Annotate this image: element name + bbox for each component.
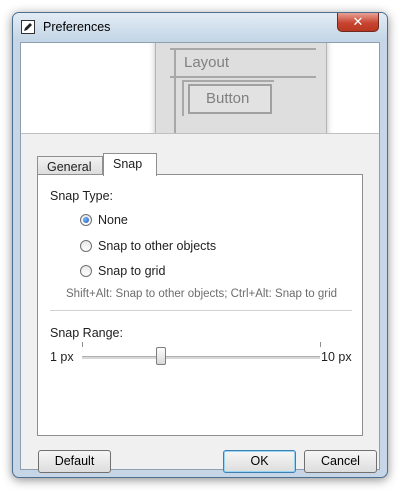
slider-tick: [82, 342, 83, 347]
client-area: Layout Button General Snap Snap Type: No…: [20, 42, 380, 473]
snap-range-slider[interactable]: [82, 356, 320, 359]
radio-label: Snap to grid: [98, 264, 166, 278]
cancel-button[interactable]: Cancel: [304, 450, 377, 473]
window-title: Preferences: [43, 20, 111, 34]
snap-hint: Shift+Alt: Snap to other objects; Ctrl+A…: [66, 288, 338, 300]
radio-button[interactable]: [80, 265, 92, 277]
preview-line: [170, 76, 316, 78]
slider-thumb[interactable]: [156, 347, 167, 365]
close-button[interactable]: ✕: [337, 13, 379, 32]
preview-line: [174, 50, 176, 133]
range-min-label: 1 px: [50, 350, 74, 364]
pencil-icon: [21, 20, 35, 34]
preferences-window: Preferences ✕ Layout Button General Snap…: [12, 12, 388, 478]
preview-layout-label: Layout: [184, 54, 230, 71]
snap-tab-panel: Snap Type: None Snap to other objects Sn…: [37, 174, 363, 436]
slider-tick: [320, 342, 321, 347]
title-bar[interactable]: Preferences ✕: [13, 13, 387, 41]
preview-button-label: Button: [206, 90, 250, 107]
ok-button[interactable]: OK: [223, 450, 296, 473]
default-button[interactable]: Default: [38, 450, 111, 473]
snap-type-label: Snap Type:: [50, 189, 114, 203]
range-max-label: 10 px: [321, 350, 352, 364]
radio-label: Snap to other objects: [98, 239, 217, 253]
preview-button: Button: [188, 84, 272, 114]
preview-banner: Layout Button: [21, 43, 379, 134]
tab-snap[interactable]: Snap: [103, 153, 157, 176]
preview-line: [170, 48, 316, 50]
radio-button[interactable]: [80, 214, 92, 226]
radio-label: None: [98, 213, 128, 227]
snap-range-label: Snap Range:: [50, 326, 123, 340]
radio-button[interactable]: [80, 240, 92, 252]
divider: [50, 310, 352, 311]
tab-general[interactable]: General: [37, 156, 103, 175]
preview-panel: Layout Button: [155, 43, 327, 133]
